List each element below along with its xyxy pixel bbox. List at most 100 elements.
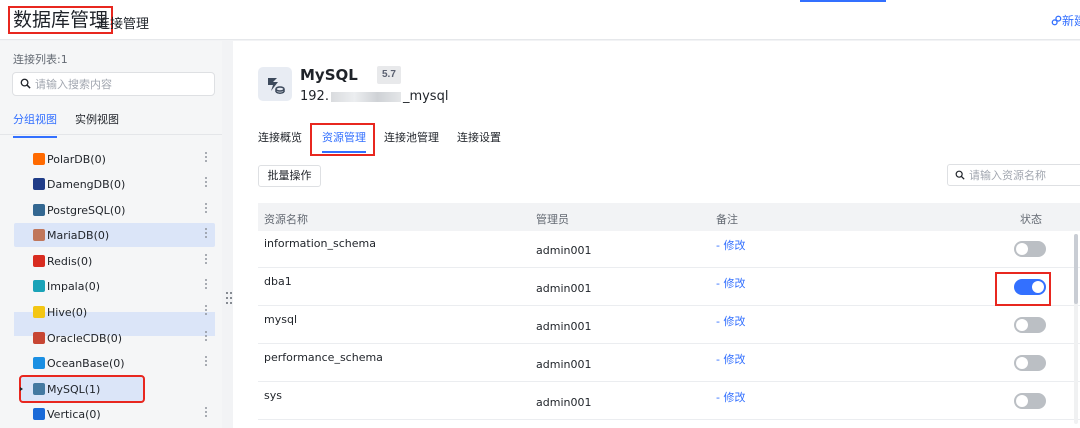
active-nav-indicator	[800, 0, 886, 2]
table-header: 资源名称 管理员 备注 状态	[258, 203, 1080, 231]
main-panel: MySQL 5.7 192. _mysql 连接概览 资源管理 连接池管理 连接设…	[233, 41, 1080, 428]
table-row: dba1 admin001 - 修改	[258, 269, 1080, 306]
tree-item-mysql[interactable]: MySQL(1)	[19, 375, 145, 403]
more-icon[interactable]	[205, 176, 209, 189]
host-prefix: 192.	[300, 89, 329, 104]
tree-item-redis[interactable]: Redis(0)	[14, 249, 215, 273]
sidebar-search	[12, 72, 215, 96]
resource-name: dba1	[264, 275, 292, 288]
resource-name: mysql	[264, 313, 297, 326]
tab-connection-settings[interactable]: 连接设置	[457, 129, 501, 145]
postgresql-icon	[33, 204, 45, 216]
oraclecdb-icon	[33, 332, 45, 344]
resize-handle[interactable]	[226, 292, 232, 304]
tree-item-postgresql[interactable]: PostgreSQL(0)	[14, 198, 215, 222]
scrollbar-thumb[interactable]	[1074, 234, 1078, 304]
tree-item-polardb[interactable]: PolarDB(0)	[14, 147, 215, 171]
more-icon[interactable]	[205, 227, 209, 240]
column-header: 管理员	[536, 213, 569, 226]
damengdb-icon	[33, 178, 45, 190]
top-header: 数据库管理 连接管理 新建	[0, 0, 1080, 40]
status-toggle[interactable]	[1014, 317, 1046, 333]
host-suffix: _mysql	[402, 89, 449, 104]
tree-item-mariadb[interactable]: MariaDB(0)	[14, 223, 215, 247]
new-button-label: 新建	[1061, 14, 1080, 28]
mariadb-icon	[33, 229, 45, 241]
tree-item-label: PolarDB(0)	[47, 153, 106, 166]
status-toggle[interactable]	[1014, 241, 1046, 257]
hive-icon	[33, 306, 45, 318]
db-name: MySQL	[300, 66, 358, 84]
tab-pool-management[interactable]: 连接池管理	[384, 129, 439, 145]
polardb-icon	[33, 153, 45, 165]
tree-item-hive[interactable]: Hive(0)	[14, 300, 215, 324]
more-icon[interactable]	[205, 151, 209, 164]
redacted-host	[330, 91, 401, 102]
caret-right-icon	[20, 387, 23, 391]
resource-admin: admin001	[536, 320, 592, 333]
tree-item-label: Redis(0)	[47, 255, 93, 268]
edit-note-link[interactable]: - 修改	[716, 313, 745, 329]
tree-item-label: MySQL(1)	[47, 383, 101, 396]
toggle-knob	[1016, 395, 1028, 407]
search-icon	[955, 170, 965, 180]
vertica-icon	[33, 408, 45, 420]
more-icon[interactable]	[205, 304, 209, 317]
table-row: sys admin001 - 修改	[258, 383, 1080, 420]
table-scrollbar[interactable]	[1074, 234, 1078, 424]
edit-note-link[interactable]: - 修改	[716, 389, 745, 405]
new-button[interactable]: 新建	[1051, 12, 1080, 29]
resource-admin: admin001	[536, 282, 592, 295]
db-version-badge: 5.7	[377, 66, 401, 84]
tree-item-label: Vertica(0)	[47, 408, 101, 421]
status-toggle[interactable]	[1014, 355, 1046, 371]
tree-item-oraclecdb[interactable]: OracleCDB(0)	[14, 326, 215, 350]
oceanbase-icon	[33, 357, 45, 369]
table-row: mysql admin001 - 修改	[258, 307, 1080, 344]
nav-connection-management[interactable]: 连接管理	[97, 13, 149, 32]
edit-note-link[interactable]: - 修改	[716, 275, 745, 291]
tree-item-label: PostgreSQL(0)	[47, 204, 126, 217]
highlight-box-tab	[310, 123, 375, 156]
edit-note-link[interactable]: - 修改	[716, 237, 745, 253]
tree-item-impala[interactable]: Impala(0)	[14, 274, 215, 298]
table-row: information_schema admin001 - 修改	[258, 231, 1080, 268]
db-host: 192. _mysql	[300, 89, 448, 104]
tree-item-oceanbase[interactable]: OceanBase(0)	[14, 351, 215, 375]
tab-connection-overview[interactable]: 连接概览	[258, 129, 302, 145]
resource-admin: admin001	[536, 396, 592, 409]
tree-item-label: Impala(0)	[47, 280, 101, 293]
more-icon[interactable]	[205, 253, 209, 266]
sidebar-search-input[interactable]	[35, 76, 210, 92]
resource-name: sys	[264, 389, 282, 402]
tab-instance-view[interactable]: 实例视图	[75, 111, 119, 127]
table-row: performance_schema admin001 - 修改	[258, 345, 1080, 382]
more-icon[interactable]	[205, 355, 209, 368]
mysql-logo-icon	[258, 67, 292, 101]
highlight-box-toggle	[995, 272, 1051, 306]
more-icon[interactable]	[205, 202, 209, 215]
tree-item-label: Hive(0)	[47, 306, 88, 319]
tree-item-label: DamengDB(0)	[47, 178, 126, 191]
more-icon[interactable]	[205, 330, 209, 343]
toggle-knob	[1016, 357, 1028, 369]
more-icon[interactable]	[205, 278, 209, 291]
tree-item-vertica[interactable]: Vertica(0)	[14, 402, 215, 426]
tree-item-damengdb[interactable]: DamengDB(0)	[14, 172, 215, 196]
redis-icon	[33, 255, 45, 267]
status-toggle[interactable]	[1014, 393, 1046, 409]
resource-admin: admin001	[536, 358, 592, 371]
more-icon[interactable]	[205, 406, 209, 419]
resource-search-input[interactable]	[969, 168, 1080, 183]
detail-tabs: 连接概览 资源管理 连接池管理 连接设置	[258, 129, 1080, 155]
link-icon	[1051, 15, 1062, 26]
edit-note-link[interactable]: - 修改	[716, 351, 745, 367]
resource-name: information_schema	[264, 237, 376, 250]
resource-admin: admin001	[536, 244, 592, 257]
column-header: 资源名称	[264, 213, 308, 226]
tree-item-label: OracleCDB(0)	[47, 332, 123, 345]
tree-item-label: MariaDB(0)	[47, 229, 110, 242]
sidebar-divider	[0, 134, 222, 135]
tab-group-view[interactable]: 分组视图	[13, 111, 57, 138]
batch-operation-button[interactable]: 批量操作	[258, 165, 321, 187]
